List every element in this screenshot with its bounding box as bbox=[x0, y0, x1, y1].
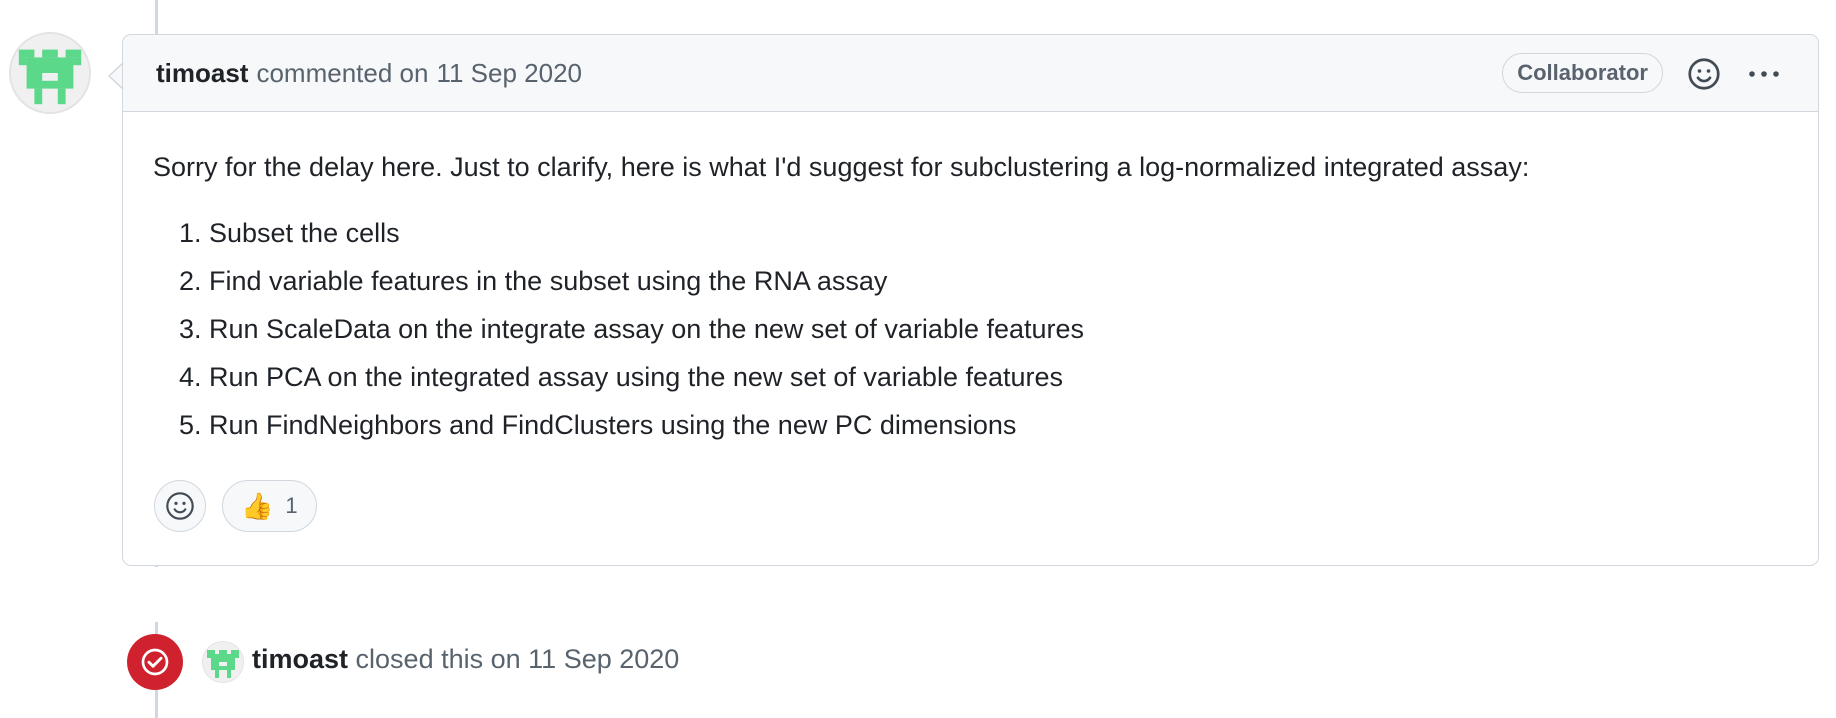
reaction-count: 1 bbox=[285, 493, 298, 518]
thumbs-up-reaction-button[interactable]: 👍 1 bbox=[222, 480, 317, 532]
add-reaction-button[interactable] bbox=[154, 480, 206, 532]
comment-text: Sorry for the delay here. Just to clarif… bbox=[153, 152, 1530, 182]
comment-action: commented on bbox=[256, 57, 429, 88]
comment-date-link[interactable]: 11 Sep 2020 bbox=[436, 58, 582, 89]
closed-event-text: timoast closed this on 11 Sep 2020 bbox=[252, 644, 679, 675]
issue-closed-icon bbox=[127, 634, 183, 690]
comment-box: timoast commented on 11 Sep 2020 Collabo… bbox=[122, 34, 1819, 566]
event-action: closed this on bbox=[355, 644, 521, 674]
role-badge-label: Collaborator bbox=[1517, 60, 1648, 85]
comment-body: Sorry for the delay here. Just to clarif… bbox=[123, 112, 1818, 445]
comment-header: timoast commented on 11 Sep 2020 Collabo… bbox=[123, 35, 1818, 112]
smiley-icon bbox=[166, 492, 194, 520]
list-item: Run PCA on the integrated assay using th… bbox=[209, 357, 1785, 397]
list-item: Subset the cells bbox=[209, 213, 1785, 253]
thumbs-up-icon: 👍 bbox=[241, 491, 274, 521]
comment-author-avatar[interactable] bbox=[9, 32, 91, 114]
event-author-link[interactable]: timoast bbox=[252, 644, 348, 674]
steps-list: Subset the cells Find variable features … bbox=[153, 213, 1785, 445]
list-item: Find variable features in the subset usi… bbox=[209, 261, 1785, 301]
list-item: Run ScaleData on the integrate assay on … bbox=[209, 309, 1785, 349]
check-circle-icon bbox=[141, 648, 169, 676]
event-author-avatar[interactable] bbox=[202, 641, 244, 683]
reactions-bar: 👍 1 bbox=[154, 480, 317, 532]
more-options-icon[interactable] bbox=[1746, 61, 1782, 87]
timeline-gap bbox=[150, 567, 164, 622]
add-reaction-icon[interactable] bbox=[1686, 56, 1722, 92]
event-date-link[interactable]: 11 Sep 2020 bbox=[528, 644, 679, 674]
role-badge: Collaborator bbox=[1502, 53, 1663, 93]
identicon bbox=[11, 34, 89, 112]
comment-author-link[interactable]: timoast bbox=[156, 58, 248, 89]
list-item: Run FindNeighbors and FindClusters using… bbox=[209, 405, 1785, 445]
identicon bbox=[203, 642, 243, 682]
